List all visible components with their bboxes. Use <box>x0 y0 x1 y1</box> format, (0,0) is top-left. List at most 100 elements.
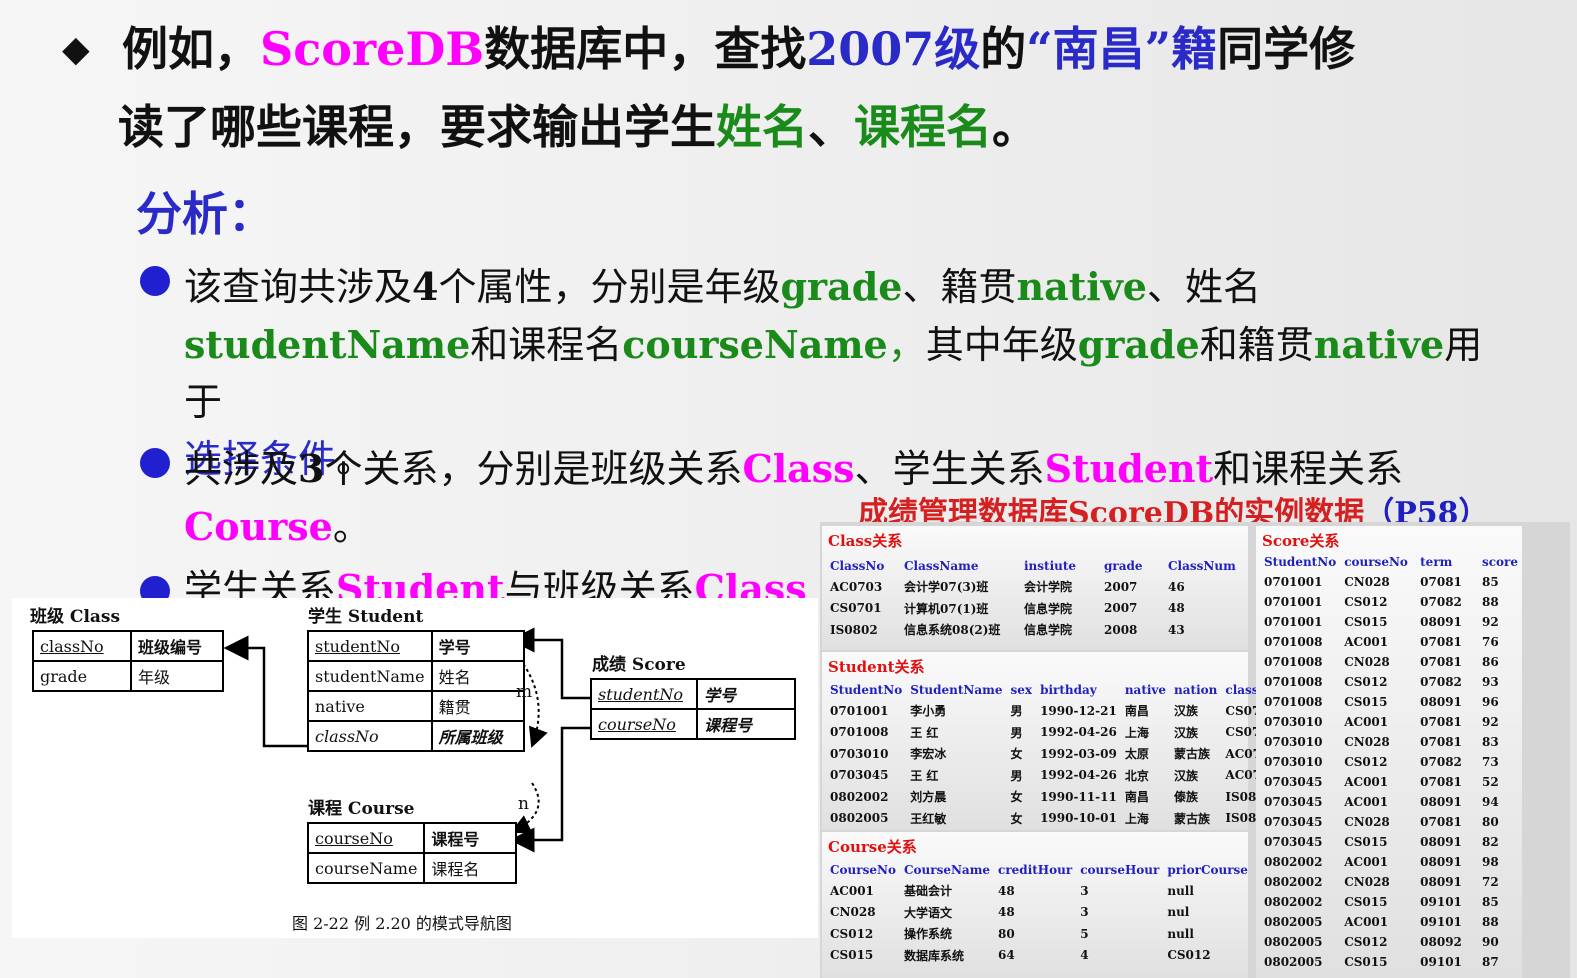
student-relation-title: Student关系 <box>828 658 925 676</box>
m-label: m <box>516 682 533 702</box>
analysis-heading: 分析： <box>136 187 274 241</box>
table-cell: CS015 <box>1344 955 1388 969</box>
table-row: 0802002 AC001 08091 98 <box>1260 852 1522 872</box>
table-cell: 82 <box>1481 835 1499 849</box>
table-row: 0701001 CS015 08091 92 <box>1260 612 1522 632</box>
table-cell: CS015 <box>1344 835 1388 849</box>
title-text: 、 <box>808 100 854 154</box>
table-row: 0703010 李宏冰女 1992-03-09 太原 蒙古族 AC0703 <box>830 746 1278 762</box>
table-cell: 07081 <box>1420 775 1462 789</box>
table-row: 0802005 CS015 09101 87 <box>1260 952 1522 972</box>
table-row: 0703010 CS012 07082 73 <box>1260 752 1522 772</box>
table-cell: CS012 <box>1344 595 1388 609</box>
table-cell: 09101 <box>1420 955 1462 969</box>
title-text: 读了哪些课程，要求输出学生 <box>118 100 716 154</box>
title-text: 例如， <box>122 22 260 76</box>
table-row: 0802002 刘方晨女 1990-11-11 南昌 傣族 IS0802 <box>830 789 1274 805</box>
course-table-title: 课程 Course <box>308 799 415 819</box>
table-row: 0703045 CS015 08091 82 <box>1260 832 1522 852</box>
table-row: 0701001 CN028 07081 85 <box>1260 572 1522 592</box>
title-db-name: ScoreDB <box>260 22 485 76</box>
table-cell: 85 <box>1481 575 1499 589</box>
table-cell: 92 <box>1481 615 1499 629</box>
table-cell: 0703045 <box>1264 775 1323 789</box>
course-schema-table: courseNo 课程号 courseName 课程名 <box>306 822 518 884</box>
schema-navigation-figure: 班级 Class classNo 班级编号 grade 年级 学生 Student … <box>12 598 818 938</box>
table-cell: 07082 <box>1420 675 1462 689</box>
table-cell: 0703045 <box>1264 795 1323 809</box>
table-row: CS012 操作系统 80 5 null <box>830 926 1194 942</box>
table-cell: 90 <box>1481 935 1499 949</box>
table-cell: CN028 <box>1344 815 1390 829</box>
table-cell: 0701008 <box>1264 695 1323 709</box>
table-cell: AC001 <box>1344 795 1389 809</box>
student-table-title: 学生 Student <box>308 607 424 627</box>
title-native: “南昌”籍 <box>1026 22 1218 76</box>
table-cell: AC001 <box>1344 775 1389 789</box>
table-cell: 08091 <box>1420 695 1462 709</box>
table-cell: 09101 <box>1420 915 1462 929</box>
table-cell: 0701001 <box>1264 595 1323 609</box>
table-cell: 87 <box>1481 955 1499 969</box>
class-schema-table: classNo 班级编号 grade 年级 <box>32 630 224 692</box>
table-cell: 88 <box>1481 595 1499 609</box>
table-row: 0703010 AC001 07081 92 <box>1260 712 1522 732</box>
score-relation-block: Score关系 StudentNo courseNo term score 07010… <box>1256 526 1522 978</box>
class-table-title: 班级 Class <box>30 607 121 627</box>
table-row: AC001 基础会计 48 3 null <box>830 883 1194 899</box>
table-cell: 08091 <box>1420 875 1462 889</box>
table-row: IS0802 信息系统08(2)班 信息学院 2008 43 <box>830 622 1185 638</box>
student-relation-table: StudentNo StudentName sex birthday native nat… <box>826 680 1282 829</box>
table-cell: 08091 <box>1420 615 1462 629</box>
bullet-dot-icon <box>140 448 170 478</box>
table-cell: 08091 <box>1420 795 1462 809</box>
table-cell: 0802005 <box>1264 935 1323 949</box>
score-table-title: 成绩 Score <box>592 655 686 675</box>
table-row: 0701008 王 红男 1992-04-26 上海 汉族 CS0701 <box>830 725 1278 740</box>
table-cell: 07082 <box>1420 595 1462 609</box>
table-cell: CS012 <box>1344 675 1388 689</box>
table-row: 0701008 AC001 07081 76 <box>1260 632 1522 652</box>
table-cell: CS015 <box>1344 615 1388 629</box>
table-row: CN028 大学语文 48 3 nul <box>830 905 1190 920</box>
class-relation-table: ClassNo ClassName instiute grade ClassNum AC… <box>826 556 1240 641</box>
table-cell: CN028 <box>1344 655 1390 669</box>
table-cell: CN028 <box>1344 875 1390 889</box>
table-row: CS015 数据库系统 64 4 CS012 <box>830 948 1211 963</box>
figure-caption: 图 2-22 例 2.20 的模式导航图 <box>292 914 512 933</box>
table-cell: CS015 <box>1344 695 1388 709</box>
table-cell: AC001 <box>1344 635 1389 649</box>
table-row: CS0701 计算机07(1)班 信息学院 2007 48 <box>830 601 1185 616</box>
table-row: 0701001 李小勇男 1990-12-21 南昌 汉族 CS0701 <box>830 703 1278 719</box>
table-cell: CN028 <box>1344 735 1390 749</box>
table-cell: 07081 <box>1420 815 1462 829</box>
table-cell: 83 <box>1481 735 1499 749</box>
bullet-dot-icon <box>140 266 170 296</box>
table-cell: AC001 <box>1344 855 1389 869</box>
table-cell: 52 <box>1481 775 1499 789</box>
table-cell: 0802002 <box>1264 895 1323 909</box>
table-cell: 0701008 <box>1264 675 1323 689</box>
table-cell: 07081 <box>1420 735 1462 749</box>
title-output-course: 课程名 <box>854 100 992 154</box>
table-row: 0703045 CN028 07081 80 <box>1260 812 1522 832</box>
table-cell: 08091 <box>1420 855 1462 869</box>
table-cell: 86 <box>1481 655 1499 669</box>
score-relation-table: StudentNo courseNo term score 0701001 CN028 0… <box>1260 552 1522 972</box>
question-title: ◆ 例如，ScoreDB数据库中，查找2007级的“南昌”籍同学修 读了哪些课程，… <box>62 10 1512 166</box>
table-row: AC0703 会计学07(3)班 会计学院 2007 46 <box>830 579 1185 595</box>
instance-data-panel: Class关系 ClassNo ClassName instiute grade Cla… <box>820 522 1570 978</box>
table-row: 0802005 CS012 08092 90 <box>1260 932 1522 952</box>
table-row: 0701008 CS015 08091 96 <box>1260 692 1522 712</box>
table-row: 0701001 CS012 07082 88 <box>1260 592 1522 612</box>
table-cell: 07081 <box>1420 575 1462 589</box>
table-cell: 0701008 <box>1264 635 1323 649</box>
table-cell: 0802002 <box>1264 875 1323 889</box>
table-cell: AC001 <box>1344 915 1389 929</box>
score-schema-table: studentNo 学号 courseNo 课程号 <box>590 678 796 740</box>
table-row: 0703045 AC001 07081 52 <box>1260 772 1522 792</box>
table-cell: 0802002 <box>1264 855 1323 869</box>
n-label: n <box>518 794 529 814</box>
title-grade: 2007级 <box>806 22 981 76</box>
table-row: 0802005 王红敏女 1990-10-01 上海 蒙古族 IS0802 <box>830 811 1274 826</box>
